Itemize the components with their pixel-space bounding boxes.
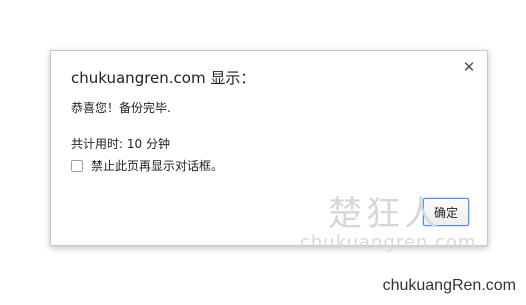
corner-watermark: chukuangRen.com (382, 277, 516, 294)
suppress-dialog-row[interactable]: 禁止此页再显示对话框。 (71, 157, 223, 174)
dialog-title: chukuangren.com 显示： (71, 69, 256, 87)
close-icon[interactable]: ✕ (461, 59, 477, 75)
alert-dialog: chukuangren.com 显示： ✕ 恭喜您！备份完毕. 共计用时: 10… (50, 50, 488, 246)
duration-text: 共计用时: 10 分钟 (71, 137, 170, 151)
ok-button[interactable]: 确定 (423, 198, 469, 226)
suppress-dialog-checkbox[interactable] (71, 159, 83, 172)
suppress-dialog-label: 禁止此页再显示对话框。 (91, 159, 224, 173)
page: chukuangren.com 显示： ✕ 恭喜您！备份完毕. 共计用时: 10… (0, 0, 526, 305)
dialog-message: 恭喜您！备份完毕. (71, 101, 171, 115)
